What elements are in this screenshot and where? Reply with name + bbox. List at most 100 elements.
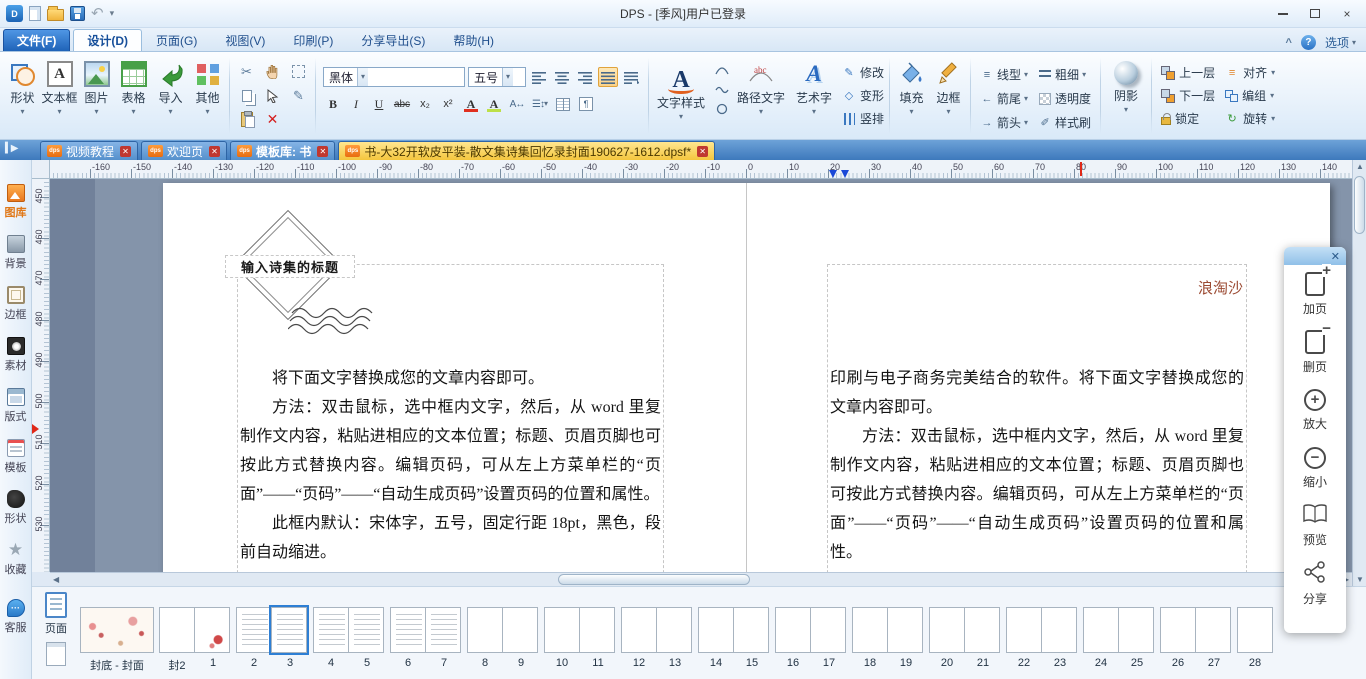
format-picker-icon[interactable]: ✎	[288, 85, 309, 106]
lock-button[interactable]: 锁定	[1161, 110, 1215, 127]
sidebar-item-background[interactable]: 背景	[5, 235, 27, 271]
help-icon[interactable]: ?	[1301, 35, 1316, 50]
preview-button[interactable]: 预览	[1284, 497, 1346, 555]
chevron-down-icon[interactable]: ▾	[357, 68, 368, 86]
bring-forward-button[interactable]: 上一层	[1161, 64, 1215, 81]
zoom-out-button[interactable]: − 缩小	[1284, 439, 1346, 497]
sidebar-toggle-icon[interactable]: ▍▶	[5, 143, 16, 154]
hand-tool-icon[interactable]	[262, 61, 283, 82]
chevron-down-icon[interactable]: ▾	[502, 68, 513, 86]
insert-image-button[interactable]: 图片▾	[78, 54, 115, 138]
pages-view-icon[interactable]	[45, 592, 67, 618]
subscript-button[interactable]: x₂	[415, 94, 435, 114]
quick-access-dropdown-icon[interactable]: ▾	[110, 8, 115, 19]
page-thumbnail[interactable]	[733, 607, 769, 653]
italic-button[interactable]: I	[346, 94, 366, 114]
select-region-icon[interactable]	[288, 61, 309, 82]
canvas[interactable]: 输入诗集的标题 将下面文字替换成您的文章内容即可。 方法：双击鼠标，选中框内文字…	[50, 179, 1352, 572]
insert-table-button[interactable]: 表格▾	[115, 54, 152, 138]
tab-share-export[interactable]: 分享导出(S)	[347, 29, 439, 51]
page-thumbnail[interactable]	[390, 607, 426, 653]
path-wave-icon[interactable]	[714, 83, 730, 96]
poem-title-placeholder[interactable]: 输入诗集的标题	[225, 255, 355, 278]
sidebar-item-layout[interactable]: 版式	[5, 388, 27, 424]
page-thumbnail[interactable]	[1006, 607, 1042, 653]
horizontal-scrollbar[interactable]: ◀ ▶	[50, 572, 1352, 586]
tab-view[interactable]: 视图(V)	[211, 29, 279, 51]
font-size-select[interactable]: 五号 ▾	[468, 67, 526, 87]
text-style-button[interactable]: A 文字样式▾	[654, 61, 708, 121]
page-thumbnail[interactable]	[810, 607, 846, 653]
page-thumbnail[interactable]	[348, 607, 384, 653]
pointer-icon[interactable]	[262, 85, 283, 106]
bold-button[interactable]: B	[323, 94, 343, 114]
send-backward-button[interactable]: 下一层	[1161, 87, 1215, 104]
shadow-button[interactable]: 阴影▾	[1104, 54, 1148, 138]
page-thumbnail[interactable]	[698, 607, 734, 653]
page-thumbnail[interactable]	[579, 607, 615, 653]
options-button[interactable]: 选项▾	[1325, 34, 1356, 51]
fill-button[interactable]: 填充▾	[893, 54, 930, 138]
align-right-button[interactable]	[575, 67, 595, 87]
page-thumbnail[interactable]	[1118, 607, 1154, 653]
share-button[interactable]: 分享	[1284, 555, 1346, 613]
vertical-scrollbar[interactable]: ▲ ▼	[1352, 160, 1366, 586]
zoom-in-button[interactable]: + 放大	[1284, 381, 1346, 439]
page-thumbnail[interactable]	[1041, 607, 1077, 653]
copy-icon[interactable]	[236, 85, 257, 106]
transform-button[interactable]: ◇ 变形	[842, 87, 884, 104]
sidebar-item-template[interactable]: 模板	[5, 439, 27, 475]
sidebar-item-gallery[interactable]: 图库	[5, 184, 27, 220]
underline-button[interactable]: U	[369, 94, 389, 114]
columns-button[interactable]	[553, 94, 573, 114]
sidebar-item-shape[interactable]: 形状	[5, 490, 27, 526]
rotate-button[interactable]: ↻ 旋转▾	[1225, 110, 1275, 127]
undo-icon[interactable]: ↶	[91, 7, 104, 21]
font-family-select[interactable]: 黑体 ▾	[323, 67, 465, 87]
align-justify-button[interactable]	[598, 67, 618, 87]
insert-other-button[interactable]: 其他▾	[189, 54, 226, 138]
line-type-button[interactable]: ≡线型▾	[980, 66, 1028, 83]
tab-help[interactable]: 帮助(H)	[439, 29, 508, 51]
tab-page[interactable]: 页面(G)	[142, 29, 211, 51]
page-thumbnail[interactable]	[159, 607, 195, 653]
modify-button[interactable]: ✎ 修改	[842, 64, 884, 81]
close-tab-icon[interactable]: ✕	[317, 146, 328, 157]
format-painter-button[interactable]: ✐样式刷	[1038, 114, 1091, 131]
arrow-head-button[interactable]: →箭头▾	[980, 114, 1028, 131]
add-page-button[interactable]: 加页	[1284, 265, 1346, 323]
border-button[interactable]: 边框▾	[930, 54, 967, 138]
page-thumbnail[interactable]	[929, 607, 965, 653]
title-diamond-shape[interactable]: 输入诗集的标题	[232, 209, 344, 321]
master-page-icon[interactable]	[46, 642, 66, 666]
page-thumbnail[interactable]	[467, 607, 503, 653]
strikethrough-button[interactable]: abc	[392, 94, 412, 114]
scroll-left-icon[interactable]: ◀	[53, 575, 59, 584]
art-text-button[interactable]: A 艺术字▾	[790, 54, 838, 138]
page-thumbnail[interactable]	[621, 607, 657, 653]
scroll-up-icon[interactable]: ▲	[1356, 162, 1364, 171]
minimize-button[interactable]	[1268, 4, 1298, 24]
arrow-tail-button[interactable]: ←箭尾▾	[980, 90, 1028, 107]
insert-shape-button[interactable]: 形状▾	[4, 54, 41, 138]
page-thumbnail[interactable]	[1195, 607, 1231, 653]
group-objects-button[interactable]: 编组▾	[1225, 87, 1275, 104]
font-color-button[interactable]: A	[461, 94, 481, 114]
close-tab-icon[interactable]: ✕	[120, 146, 131, 157]
insert-textbox-button[interactable]: 文本框▾	[41, 54, 78, 138]
close-tab-icon[interactable]: ✕	[209, 146, 220, 157]
new-document-icon[interactable]	[29, 6, 41, 21]
tab-print[interactable]: 印刷(P)	[279, 29, 347, 51]
align-objects-button[interactable]: ≡ 对齐▾	[1225, 64, 1275, 81]
page-thumbnail[interactable]	[80, 607, 154, 653]
close-panel-icon[interactable]: ✕	[1331, 250, 1340, 263]
right-page-text-frame[interactable]: 浪淘沙 印刷与电子商务完美结合的软件。将下面文字替换成您的文章内容即可。 方法：…	[827, 264, 1247, 572]
transparency-button[interactable]: 透明度	[1038, 90, 1091, 107]
page-thumbnail[interactable]	[775, 607, 811, 653]
character-spacing-button[interactable]: A↔	[507, 94, 527, 114]
delete-page-button[interactable]: 删页	[1284, 323, 1346, 381]
page-thumbnail[interactable]	[1083, 607, 1119, 653]
page-thumbnail[interactable]	[313, 607, 349, 653]
document-tab-welcome[interactable]: dps 欢迎页 ✕	[141, 141, 227, 160]
page-thumbnail[interactable]	[656, 607, 692, 653]
